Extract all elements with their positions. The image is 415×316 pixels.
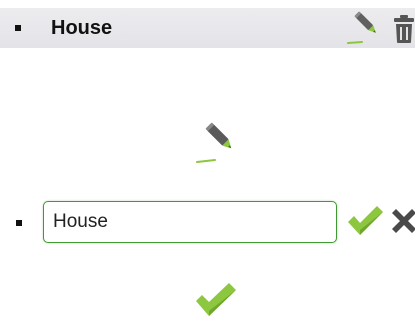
edit-button[interactable] [346,11,382,45]
close-icon [392,209,415,233]
trash-icon [394,15,414,43]
check-icon [348,206,383,235]
delete-button[interactable] [393,14,415,44]
check-icon [196,283,236,316]
list-item-label: House [51,17,113,39]
item-name-field [43,201,337,243]
confirm-button[interactable] [346,203,384,237]
cancel-button[interactable] [388,205,415,237]
checklist-editor: House [0,0,415,316]
pencil-icon [196,122,232,163]
pencil-icon [347,11,376,44]
item-name-input[interactable] [44,202,336,242]
list-item-row: House [0,8,415,48]
bullet [15,25,21,31]
confirm-button[interactable] [194,280,238,316]
edit-button[interactable] [195,122,239,164]
bullet [16,220,22,226]
